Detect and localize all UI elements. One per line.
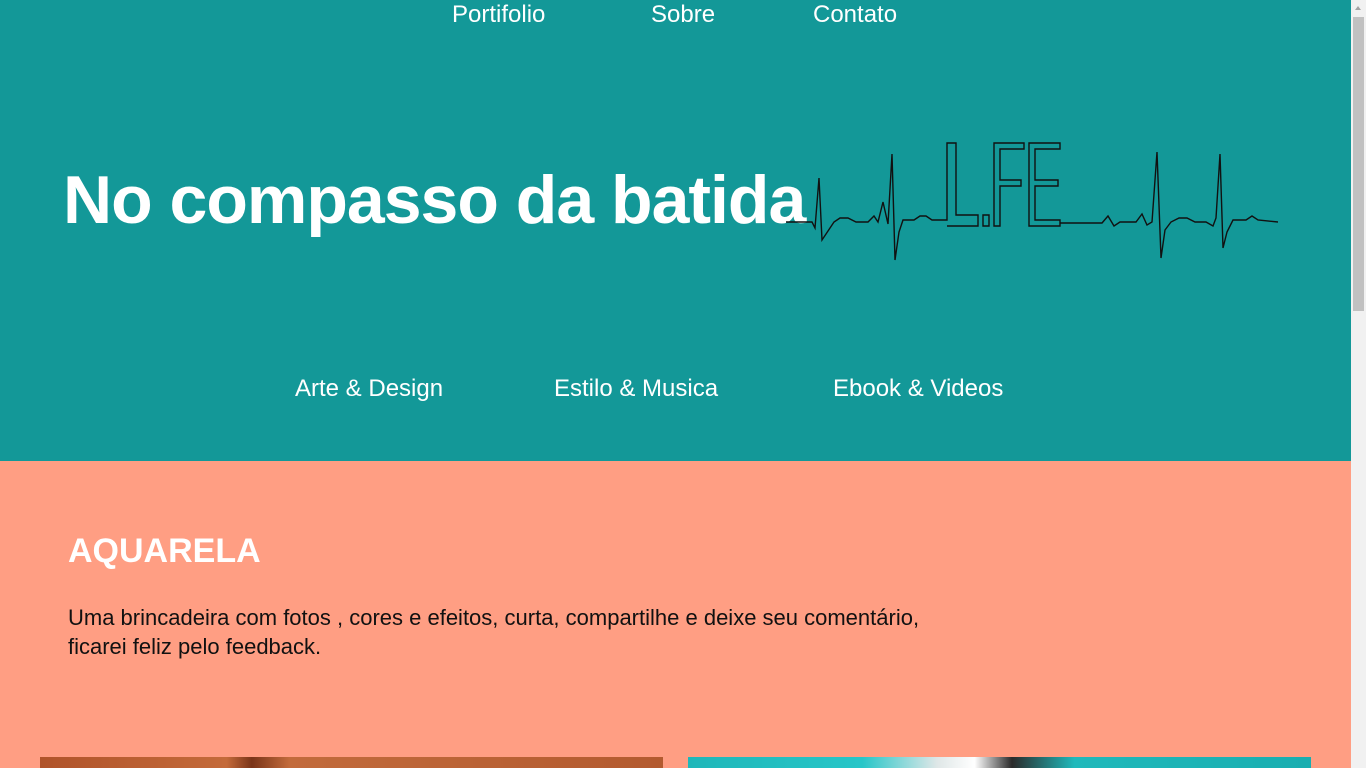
category-arte-design-link[interactable]: Arte & Design [295, 374, 443, 404]
page: Portifolio Sobre Contato No compasso da … [0, 0, 1351, 768]
chevron-up-icon[interactable] [1351, 0, 1366, 17]
aquarela-section: AQUARELA Uma brincadeira com fotos , cor… [0, 461, 1351, 768]
gallery-image-2[interactable] [688, 757, 1311, 768]
nav-contato-link[interactable]: Contato [813, 0, 897, 30]
hero-header: Portifolio Sobre Contato No compasso da … [0, 0, 1351, 461]
scrollbar-thumb[interactable] [1353, 17, 1364, 311]
nav-portifolio-link[interactable]: Portifolio [452, 0, 545, 30]
vertical-scrollbar[interactable] [1351, 0, 1366, 768]
nav-sobre-link[interactable]: Sobre [651, 0, 715, 30]
heartbeat-life-icon [786, 142, 1278, 261]
gallery-image-1[interactable] [40, 757, 663, 768]
section-description: Uma brincadeira com fotos , cores e efei… [68, 605, 920, 659]
category-estilo-musica-link[interactable]: Estilo & Musica [554, 374, 718, 404]
category-ebook-videos-link[interactable]: Ebook & Videos [833, 374, 1003, 404]
hero-title: No compasso da batida [63, 162, 806, 238]
section-title: AQUARELA [68, 532, 261, 570]
